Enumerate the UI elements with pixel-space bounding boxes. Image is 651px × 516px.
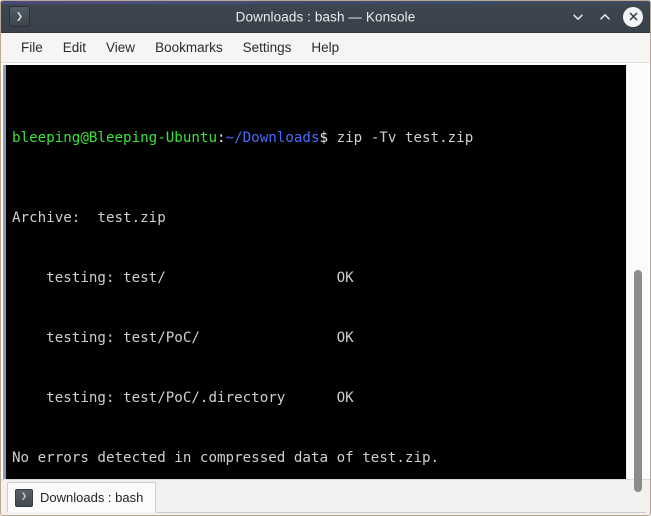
terminal-line-testing-1: testing: test/ OK — [12, 270, 354, 286]
scrollbar-thumb[interactable] — [634, 270, 642, 492]
prompt-colon: : — [217, 130, 226, 146]
konsole-window: ❯ Downloads : bash — Konsole File Edit V… — [0, 0, 651, 516]
terminal-line-testing-3: testing: test/PoC/.directory OK — [12, 390, 354, 406]
menu-item-bookmarks[interactable]: Bookmarks — [145, 37, 233, 58]
vertical-scrollbar[interactable] — [626, 65, 648, 492]
menu-item-edit[interactable]: Edit — [53, 37, 96, 58]
prompt-user-host: bleeping@Bleeping-Ubuntu — [12, 130, 217, 146]
terminal-line-testing-2: testing: test/PoC/ OK — [12, 330, 354, 346]
menu-item-file[interactable]: File — [11, 37, 53, 58]
titlebar-accent-stripe — [1, 1, 650, 4]
tab-bar: ❯ Downloads : bash — [1, 479, 650, 515]
terminal-line-no-errors: No errors detected in compressed data of… — [12, 450, 440, 466]
maximize-button[interactable] — [596, 8, 614, 26]
terminal-line-prompt-1: bleeping@Bleeping-Ubuntu:~/Downloads$ zi… — [12, 128, 626, 148]
title-bar[interactable]: ❯ Downloads : bash — Konsole — [1, 1, 650, 33]
menu-item-view[interactable]: View — [96, 37, 145, 58]
close-icon — [629, 12, 637, 21]
minimize-button[interactable] — [569, 8, 587, 26]
tab-terminal-icon: ❯ — [15, 488, 33, 507]
terminal-command: zip -Tv test.zip — [328, 130, 474, 146]
menu-item-help[interactable]: Help — [301, 37, 349, 58]
prompt-path: ~/Downloads — [225, 130, 320, 146]
menu-item-settings[interactable]: Settings — [233, 37, 302, 58]
terminal-area: bleeping@Bleeping-Ubuntu:~/Downloads$ zi… — [1, 63, 650, 492]
window-controls — [569, 1, 643, 32]
terminal-line-archive: Archive: test.zip — [12, 210, 166, 226]
terminal-text: bleeping@Bleeping-Ubuntu:~/Downloads$ zi… — [6, 68, 626, 479]
terminal-output[interactable]: bleeping@Bleeping-Ubuntu:~/Downloads$ zi… — [6, 65, 626, 479]
tab-bar-empty-space — [156, 482, 646, 513]
menu-bar: File Edit View Bookmarks Settings Help — [1, 33, 650, 63]
close-button[interactable] — [623, 6, 643, 27]
terminal-prompt-icon: ❯ — [15, 8, 24, 23]
app-icon[interactable]: ❯ — [9, 6, 30, 27]
chevron-up-icon — [600, 13, 610, 20]
tab-label: Downloads : bash — [40, 490, 144, 505]
tab-downloads-bash[interactable]: ❯ Downloads : bash — [7, 482, 157, 512]
prompt-sigil: $ — [319, 130, 329, 146]
window-title: Downloads : bash — Konsole — [235, 9, 416, 24]
screenshot-root: ❯ Downloads : bash — Konsole File Edit V… — [0, 0, 651, 516]
chevron-down-icon — [573, 13, 583, 20]
